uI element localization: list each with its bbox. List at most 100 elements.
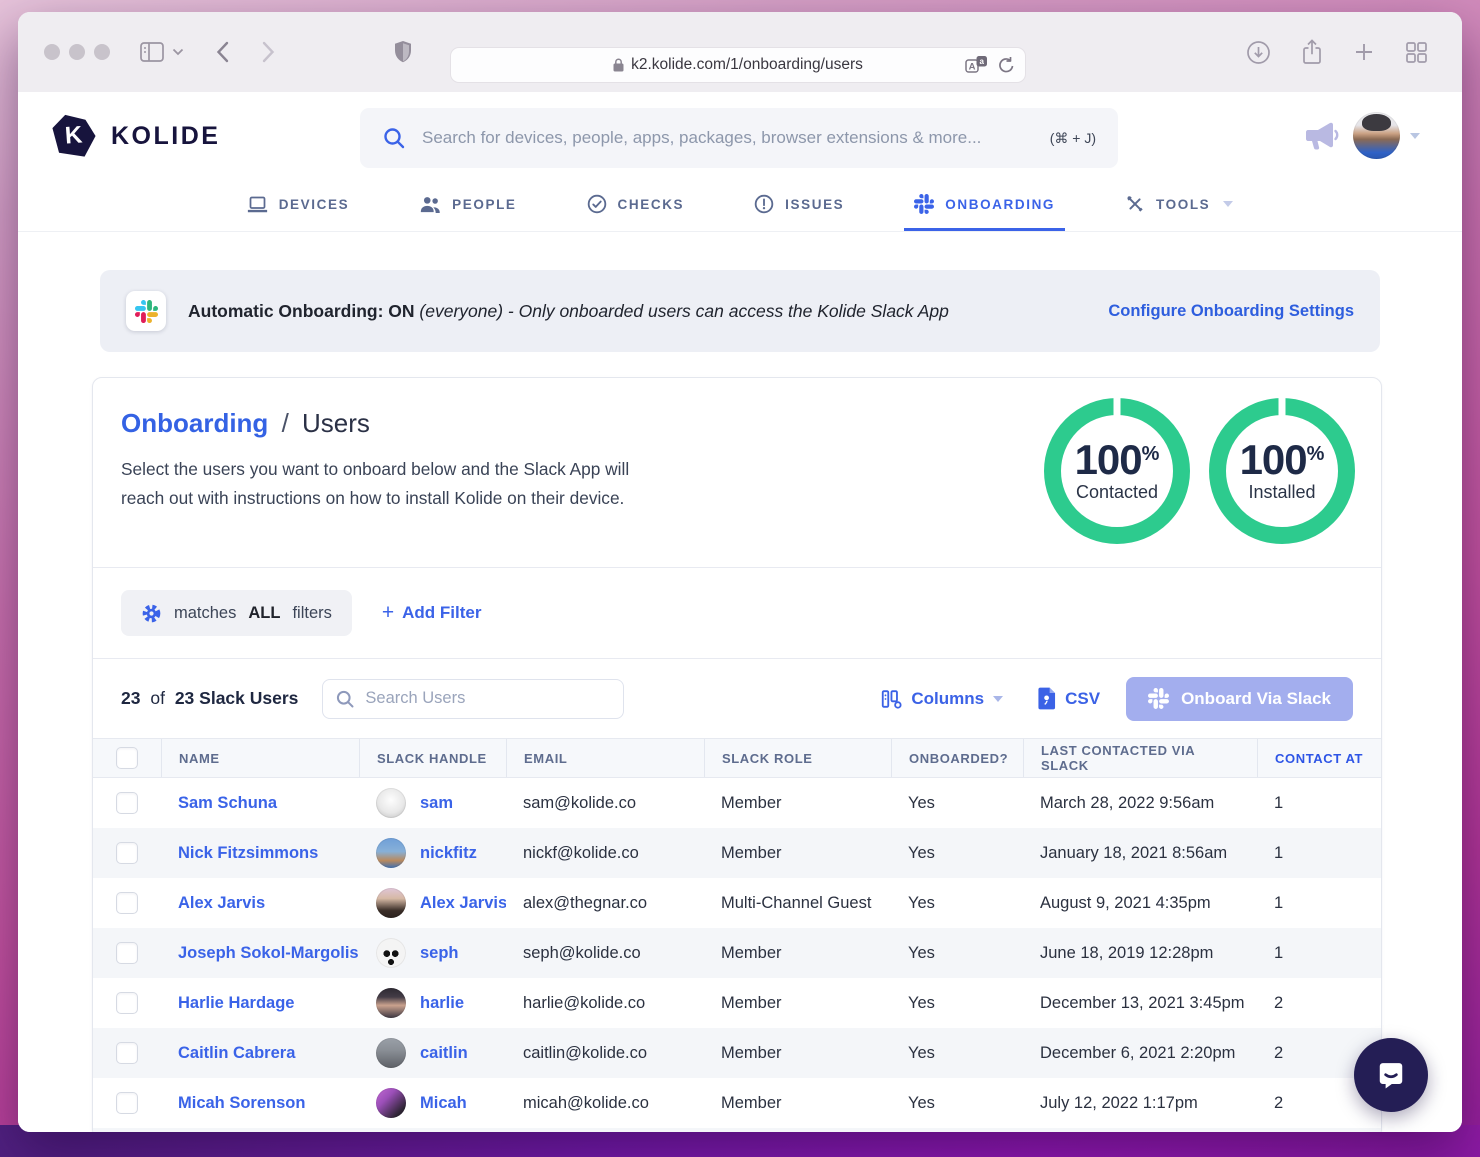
avatar	[376, 838, 406, 868]
global-search-input[interactable]	[422, 128, 1050, 148]
table-row[interactable]: Harlie Hardage harlie harlie@kolide.co M…	[93, 978, 1382, 1028]
search-icon	[335, 689, 355, 709]
user-name-link[interactable]: Micah Sorenson	[178, 1094, 305, 1112]
back-button[interactable]	[216, 41, 229, 63]
slack-handle-link[interactable]: caitlin	[420, 1044, 468, 1063]
col-header-slack-role[interactable]: SLACK ROLE	[704, 739, 891, 777]
intercom-chat-button[interactable]	[1354, 1038, 1428, 1112]
table-row[interactable]: Alex Jarvis Alex Jarvis alex@thegnar.co …	[93, 878, 1382, 928]
slack-handle-link[interactable]: Micah	[420, 1094, 467, 1113]
account-menu-caret-icon[interactable]	[1410, 133, 1420, 139]
share-icon[interactable]	[1301, 39, 1323, 65]
issue-alert-icon	[754, 194, 774, 214]
table-row[interactable]: Micah Sorenson Micah micah@kolide.co Mem…	[93, 1078, 1382, 1128]
tab-issues[interactable]: ISSUES	[744, 180, 854, 231]
table-row[interactable]: Sam Schuna sam sam@kolide.co Member Yes …	[93, 778, 1382, 828]
slack-handle-link[interactable]: Alex Jarvis	[420, 894, 506, 913]
sidebar-toggle-icon[interactable]	[140, 42, 164, 62]
row-checkbox[interactable]	[116, 792, 138, 814]
contact-attempts-text: 1	[1274, 844, 1283, 862]
contact-attempts-text: 1	[1274, 944, 1283, 962]
configure-onboarding-settings-link[interactable]: Configure Onboarding Settings	[1108, 302, 1354, 321]
browser-window: k2.kolide.com/1/onboarding/users Aa	[18, 12, 1462, 1132]
app-viewport: K KOLIDE (⌘ + J) DEVICES	[18, 92, 1462, 1132]
breadcrumb-onboarding-link[interactable]: Onboarding	[121, 408, 268, 438]
new-tab-icon[interactable]	[1353, 41, 1375, 63]
chat-bubble-icon	[1372, 1056, 1410, 1094]
row-checkbox[interactable]	[116, 942, 138, 964]
svg-text:A: A	[969, 62, 976, 73]
announcements-megaphone-icon[interactable]	[1303, 119, 1341, 156]
col-header-email[interactable]: EMAIL	[506, 739, 704, 777]
columns-icon	[880, 688, 902, 710]
slack-handle-link[interactable]: seph	[420, 944, 459, 963]
close-window-button[interactable]	[44, 44, 60, 60]
tab-people[interactable]: PEOPLE	[409, 180, 526, 231]
minimize-window-button[interactable]	[69, 44, 85, 60]
slack-handle-link[interactable]: nickfitz	[420, 844, 477, 863]
onboarded-text: Yes	[908, 894, 935, 912]
row-checkbox[interactable]	[116, 992, 138, 1014]
tab-tools[interactable]: TOOLS	[1115, 180, 1243, 231]
slack-handle-link[interactable]: harlie	[420, 994, 464, 1013]
tab-devices[interactable]: DEVICES	[237, 180, 359, 231]
col-header-name[interactable]: NAME	[161, 739, 359, 777]
privacy-shield-icon[interactable]	[393, 40, 413, 64]
add-filter-button[interactable]: + Add Filter	[382, 603, 482, 623]
onboarded-text: Yes	[908, 844, 935, 862]
slack-role-text: Member	[721, 844, 782, 862]
email-text: nickf@kolide.co	[523, 844, 639, 862]
row-checkbox[interactable]	[116, 892, 138, 914]
users-search-field[interactable]	[322, 679, 624, 719]
user-avatar[interactable]	[1353, 112, 1400, 159]
global-search-bar[interactable]: (⌘ + J)	[360, 108, 1118, 168]
row-checkbox[interactable]	[116, 842, 138, 864]
col-header-last-contacted[interactable]: LAST CONTACTED VIA SLACK	[1023, 739, 1257, 777]
forward-button[interactable]	[262, 41, 275, 63]
row-checkbox[interactable]	[116, 1042, 138, 1064]
last-contacted-text: December 13, 2021 3:45pm	[1040, 994, 1245, 1012]
onboarding-users-card: Onboarding / Users Select the users you …	[92, 377, 1382, 1132]
reload-icon[interactable]	[998, 56, 1015, 74]
select-all-checkbox[interactable]	[116, 747, 138, 769]
tab-overview-icon[interactable]	[1405, 41, 1428, 64]
user-name-link[interactable]: Caitlin Cabrera	[178, 1044, 295, 1062]
contact-attempts-text: 2	[1274, 994, 1283, 1012]
user-name-link[interactable]: Joseph Sokol-Margolis	[178, 944, 359, 962]
table-row[interactable]: Joseph Sokol-Margolis seph seph@kolide.c…	[93, 928, 1382, 978]
user-name-link[interactable]: Nick Fitzsimmons	[178, 844, 318, 862]
col-header-onboarded[interactable]: ONBOARDED?	[891, 739, 1023, 777]
avatar	[376, 1038, 406, 1068]
zoom-window-button[interactable]	[94, 44, 110, 60]
slack-handle-link[interactable]: sam	[420, 794, 453, 813]
filter-matches-pill[interactable]: matches ALL filters	[121, 590, 352, 636]
downloads-icon[interactable]	[1246, 40, 1271, 65]
user-name-link[interactable]: Sam Schuna	[178, 794, 277, 812]
tab-onboarding[interactable]: ONBOARDING	[904, 180, 1065, 231]
slack-role-text: Member	[721, 794, 782, 812]
onboard-via-slack-button[interactable]: Onboard Via Slack	[1126, 677, 1353, 721]
table-row[interactable]: Nick Fitzsimmons nickfitz nickf@kolide.c…	[93, 828, 1382, 878]
contact-attempts-text: 1	[1274, 894, 1283, 912]
last-contacted-text: March 28, 2022 9:56am	[1040, 794, 1214, 812]
user-name-link[interactable]: Alex Jarvis	[178, 894, 265, 912]
email-text: seph@kolide.co	[523, 944, 641, 962]
csv-export-button[interactable]: CSV	[1037, 687, 1100, 710]
table-row[interactable]: Caitlin Cabrera caitlin caitlin@kolide.c…	[93, 1028, 1382, 1078]
user-name-link[interactable]: Harlie Hardage	[178, 994, 294, 1012]
sidebar-chevron-icon[interactable]	[172, 48, 184, 56]
address-bar[interactable]: k2.kolide.com/1/onboarding/users Aa	[450, 47, 1026, 83]
translate-icon[interactable]: Aa	[965, 55, 988, 75]
col-header-contact-attempts[interactable]: CONTACT AT	[1257, 739, 1382, 777]
onboarded-text: Yes	[908, 1044, 935, 1062]
tab-checks[interactable]: CHECKS	[577, 180, 695, 231]
slack-role-text: Member	[721, 1094, 782, 1112]
users-search-input[interactable]	[365, 689, 611, 708]
columns-dropdown[interactable]: Columns	[880, 688, 1003, 710]
kolide-logo[interactable]: K KOLIDE	[52, 114, 220, 158]
last-contacted-text: June 18, 2019 12:28pm	[1040, 944, 1213, 962]
page-title: Users	[302, 408, 370, 438]
col-header-slack-handle[interactable]: SLACK HANDLE	[359, 739, 506, 777]
last-contacted-text: July 12, 2022 1:17pm	[1040, 1094, 1198, 1112]
row-checkbox[interactable]	[116, 1092, 138, 1114]
